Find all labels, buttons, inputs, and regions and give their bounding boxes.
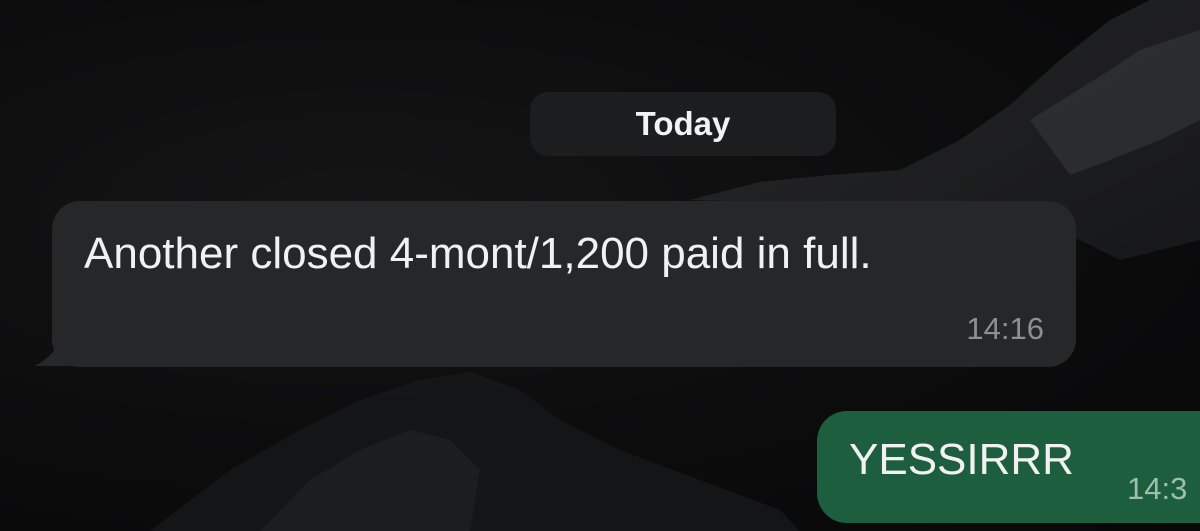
incoming-message-bubble[interactable]: Another closed 4-mont/1,200 paid in full… [52,201,1076,367]
incoming-message-timestamp: 14:16 [966,311,1044,346]
outgoing-message-text: YESSIRRR [849,435,1074,484]
outgoing-message-timestamp: 14:3 [1127,471,1188,506]
date-separator-label: Today [635,105,731,142]
outgoing-message-bubble[interactable]: YESSIRRR 14:3 [817,411,1200,523]
incoming-message-text: Another closed 4-mont/1,200 paid in full… [84,229,872,278]
date-separator: Today [530,92,836,156]
chat-screen: Today Another closed 4-mont/1,200 paid i… [0,0,1200,531]
